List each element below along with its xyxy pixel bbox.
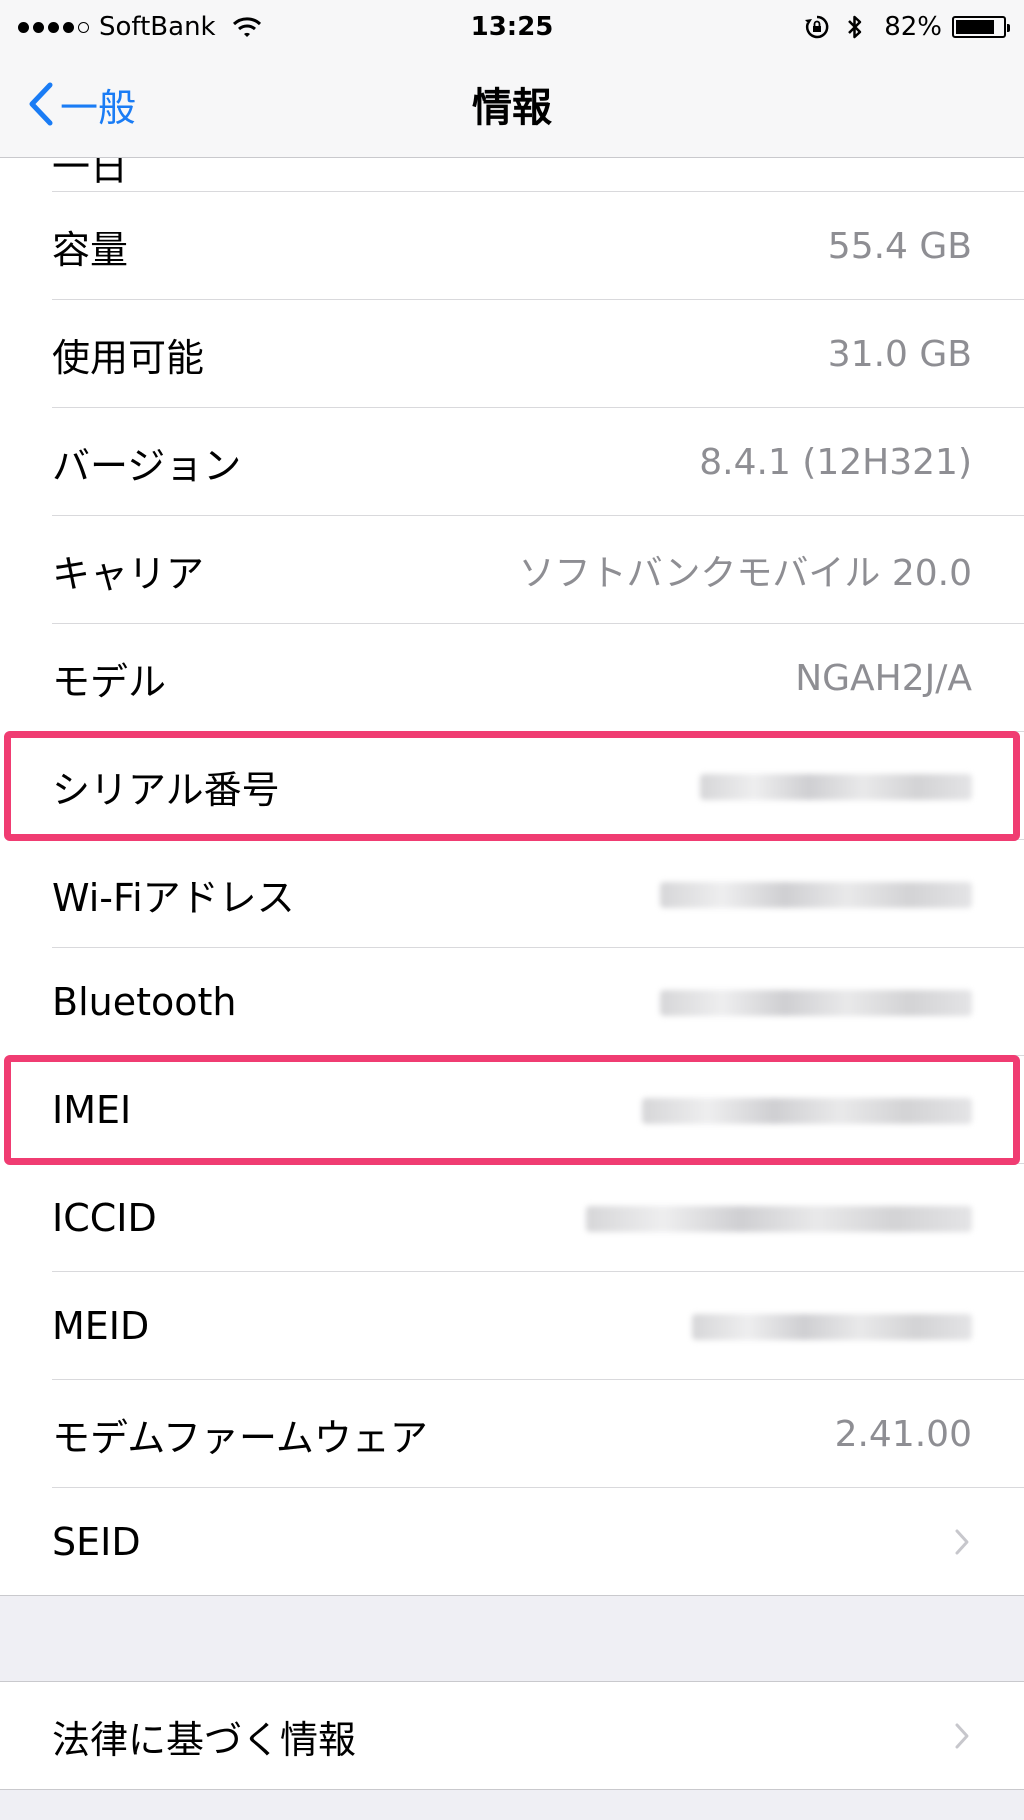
redacted-value [586,1206,972,1232]
info-row: モデムファームウェア 2.41.00 [0,1380,1024,1488]
chevron-right-icon [954,1682,970,1790]
row-value: 55.4 GB [827,225,972,267]
battery-icon [952,16,1010,38]
row-label: シリアル番号 [52,767,280,812]
info-row: 容量 55.4 GB [0,192,1024,300]
info-row: キャリア ソフトバンクモバイル 20.0 [0,516,1024,624]
row-value: 31.0 GB [827,333,972,375]
navigation-bar: 一般 情報 [0,54,1024,158]
info-row[interactable]: SEID [0,1488,1024,1596]
row-label: 法律に基づく情報 [52,1717,357,1762]
status-right: 82% [804,0,1010,54]
row-label: ICCID [52,1196,157,1240]
info-row: MEID [0,1272,1024,1380]
redacted-value [660,882,972,908]
info-row: バージョン 8.4.1 (12H321) [0,408,1024,516]
row-label: Bluetooth [52,980,237,1024]
status-bar: SoftBank 13:25 82% [0,0,1024,54]
row-label: Wi-Fiアドレス [52,875,295,920]
info-row: モデル NGAH2J/A [0,624,1024,732]
redacted-value [692,1314,972,1340]
clipped-row-fragment: 一日 [52,158,129,189]
row-label: バージョン [52,443,242,488]
group-separator [0,1596,1024,1682]
row-label: MEID [52,1304,150,1348]
battery-level [956,20,994,34]
redacted-value [660,990,972,1016]
row-label: モデル [52,659,167,704]
redacted-value [642,1098,972,1124]
page-title: 情報 [472,85,552,131]
row-value: 2.41.00 [834,1413,972,1455]
info-row: ICCID [0,1164,1024,1272]
clipped-row: 一日 [0,158,1024,192]
legal-info-row[interactable]: 法律に基づく情報 [0,1682,1024,1790]
redacted-value [700,774,972,800]
row-value: 8.4.1 (12H321) [699,441,972,483]
row-label: モデムファームウェア [52,1415,428,1460]
row-value: NGAH2J/A [795,657,972,699]
info-row: Wi-Fiアドレス [0,840,1024,948]
settings-list: 一日 容量 55.4 GB 使用可能 31.0 GB バージョン 8.4.1 (12H32… [0,158,1024,1820]
info-row: Bluetooth [0,948,1024,1056]
info-row: 使用可能 31.0 GB [0,300,1024,408]
row-label: 使用可能 [52,335,205,380]
info-row: シリアル番号 [0,731,1024,841]
row-value: ソフトバンクモバイル 20.0 [518,553,972,594]
row-label: SEID [52,1520,141,1564]
bluetooth-icon [846,13,864,41]
row-label: IMEI [52,1088,132,1132]
orientation-lock-icon [804,14,830,40]
info-row: IMEI [0,1055,1024,1165]
battery-percent: 82% [884,12,942,42]
bottom-background [0,1790,1024,1820]
chevron-right-icon [954,1488,970,1596]
row-label: キャリア [52,551,205,596]
row-label: 容量 [52,227,129,272]
